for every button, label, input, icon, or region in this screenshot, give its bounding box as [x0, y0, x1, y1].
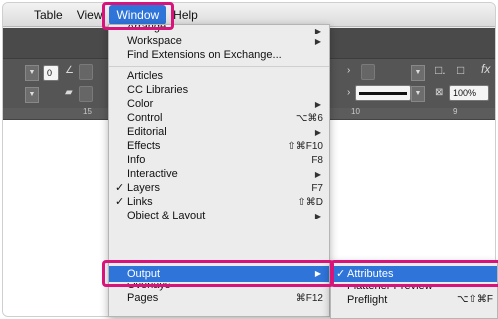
checkmark-icon: ✓ — [336, 268, 346, 280]
submenu-item-attributes[interactable]: ✓ Attributes — [331, 266, 497, 282]
output-submenu: ✓ Attributes Flattener Preview Preflight… — [330, 261, 498, 319]
menu-view[interactable]: View — [70, 5, 110, 25]
checkmark-icon: ✓ — [115, 196, 125, 208]
value-field[interactable]: 0 — [43, 65, 59, 81]
menu-item-pages[interactable]: Pages ⌘F12 — [109, 292, 329, 305]
angle-icon: ∠ — [65, 65, 74, 76]
menu-item-info[interactable]: Info F8 — [109, 154, 329, 167]
menu-item-effects[interactable]: Effects ⇧⌘F10 — [109, 140, 329, 153]
submenu-arrow-icon: ▶ — [314, 269, 321, 278]
submenu-arrow-icon: ▶ — [314, 170, 321, 179]
shear-stepper[interactable] — [79, 86, 93, 102]
menu-item-overlays[interactable]: Overlays — [109, 283, 329, 292]
stroke-weight-stepper[interactable] — [361, 64, 375, 80]
chevron-down-icon[interactable]: ▼ — [411, 86, 425, 102]
stroke-type-field[interactable] — [355, 85, 411, 101]
menu-item-object-layout[interactable]: Object & Layout ▶ — [109, 210, 329, 219]
rotate-stepper[interactable] — [79, 64, 93, 80]
menu-help[interactable]: Help — [166, 5, 205, 25]
stroke-line — [359, 92, 407, 95]
chevron-down-icon[interactable]: ▼ — [25, 65, 39, 81]
menu-item-layers[interactable]: ✓ Layers F7 — [109, 182, 329, 195]
shear-icon: ▰ — [65, 87, 73, 98]
menu-item-control[interactable]: Control ⌥⌘6 — [109, 112, 329, 125]
submenu-item-flattener-preview[interactable]: Flattener Preview — [331, 284, 497, 292]
menu-item-arrange[interactable]: Arrange ▶ — [109, 25, 329, 34]
menu-item-workspace[interactable]: Workspace ▶ — [109, 35, 329, 48]
submenu-arrow-icon: ▶ — [314, 128, 321, 137]
chevron-right-icon[interactable]: › — [347, 65, 350, 76]
square-icon[interactable]: □ — [457, 63, 464, 77]
chevron-down-icon[interactable]: ▼ — [411, 65, 425, 81]
submenu-arrow-icon: ▶ — [314, 27, 321, 34]
ruler-label: 10 — [351, 107, 360, 116]
ruler-label: 15 — [83, 107, 92, 116]
menu-item-interactive[interactable]: Interactive ▶ — [109, 168, 329, 181]
checkmark-icon: ✓ — [115, 182, 125, 194]
grid-icon: ⊠ — [435, 87, 444, 98]
submenu-arrow-icon: ▶ — [314, 212, 321, 219]
menu-window[interactable]: Window — [109, 4, 167, 25]
menu-item-links[interactable]: ✓ Links ⇧⌘D — [109, 196, 329, 209]
menu-item-color[interactable]: Color ▶ — [109, 98, 329, 111]
fx-icon[interactable]: fx — [481, 62, 490, 76]
window-menu: Arrange ▶ Workspace ▶ Find Extensions on… — [108, 24, 330, 317]
submenu-arrow-icon: ▶ — [314, 37, 321, 46]
frame-icon[interactable]: □. — [435, 63, 446, 77]
menu-table[interactable]: Table — [27, 5, 70, 25]
ruler-label: 9 — [453, 107, 458, 116]
menu-item-output[interactable]: Output ▶ — [109, 266, 329, 282]
chevron-right-icon[interactable]: › — [347, 87, 350, 98]
submenu-item-preflight[interactable]: Preflight ⌥⇧⌘F — [331, 293, 497, 307]
menu-separator — [109, 66, 329, 67]
menu-item-find-extensions[interactable]: Find Extensions on Exchange... — [109, 49, 329, 62]
menu-item-editorial[interactable]: Editorial ▶ — [109, 126, 329, 139]
menu-item-articles[interactable]: Articles — [109, 70, 329, 83]
zoom-field[interactable]: 100% — [449, 85, 489, 101]
submenu-arrow-icon: ▶ — [314, 100, 321, 109]
chevron-down-icon[interactable]: ▼ — [25, 87, 39, 103]
menu-item-cc-libraries[interactable]: CC Libraries — [109, 84, 329, 97]
